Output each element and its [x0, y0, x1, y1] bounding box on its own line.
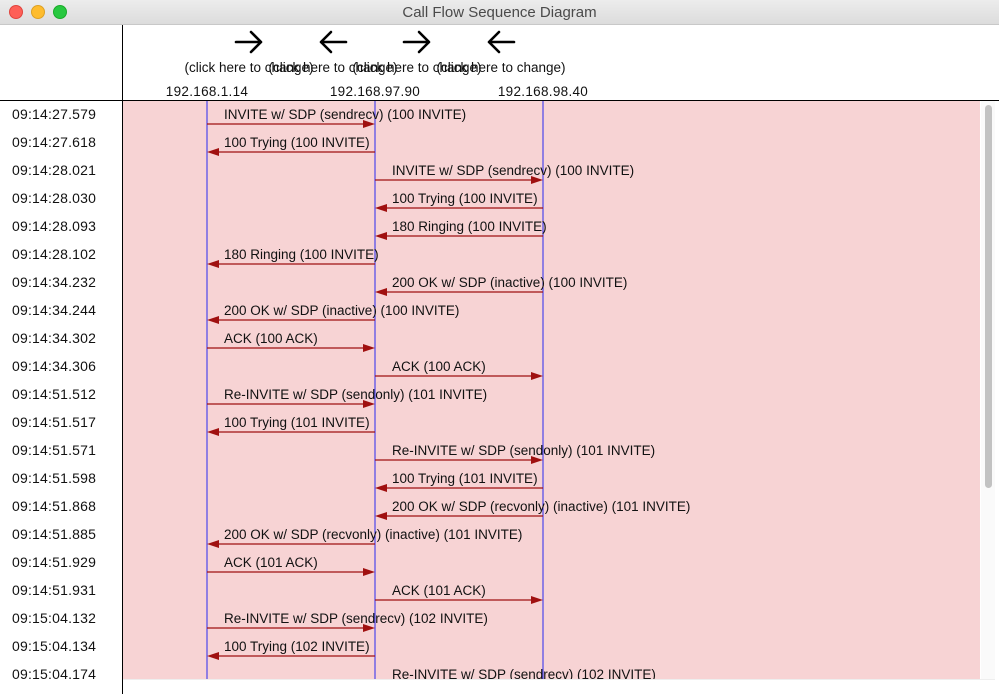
message-timestamp: 09:15:04.132	[12, 610, 97, 626]
message-arrowhead	[375, 288, 387, 296]
message-label[interactable]: 180 Ringing (100 INVITE)	[224, 247, 379, 262]
title-bar: Call Flow Sequence Diagram	[0, 0, 999, 25]
message-label[interactable]: 200 OK w/ SDP (inactive) (100 INVITE)	[224, 303, 459, 318]
column-divider	[122, 25, 123, 694]
message-arrowhead	[207, 316, 219, 324]
node-ip-label: 192.168.97.90	[329, 84, 421, 99]
message-arrowhead	[207, 428, 219, 436]
message-label[interactable]: INVITE w/ SDP (sendrecv) (100 INVITE)	[224, 107, 466, 122]
message-label[interactable]: 200 OK w/ SDP (recvonly) (inactive) (101…	[224, 527, 522, 542]
message-timestamp: 09:14:51.868	[12, 498, 97, 514]
message-timestamp: 09:14:51.929	[12, 554, 97, 570]
message-arrowhead	[531, 596, 543, 604]
message-arrowhead	[207, 148, 219, 156]
message-label[interactable]: 100 Trying (100 INVITE)	[224, 135, 370, 150]
message-timestamp: 09:14:51.931	[12, 582, 97, 598]
message-timestamp: 09:14:51.885	[12, 526, 97, 542]
message-label[interactable]: 100 Trying (101 INVITE)	[224, 415, 370, 430]
message-timestamp: 09:14:34.232	[12, 274, 97, 290]
window-title: Call Flow Sequence Diagram	[402, 4, 597, 21]
message-timestamp: 09:14:28.102	[12, 246, 97, 262]
message-arrowhead	[363, 344, 375, 352]
sequence-diagram[interactable]: INVITE w/ SDP (sendrecv) (100 INVITE) 100…	[123, 101, 980, 679]
message-timestamp: 09:14:34.306	[12, 358, 97, 374]
message-timestamp: 09:15:04.134	[12, 638, 97, 654]
message-timestamp: 09:14:28.093	[12, 218, 97, 234]
message-timestamp: 09:15:04.174	[12, 666, 97, 682]
vertical-scroll-thumb[interactable]	[985, 105, 992, 488]
timestamp-column: 09:14:27.579 09:14:27.618 09:14:28.021 09:1…	[0, 101, 122, 694]
arrow-left-icon[interactable]	[484, 28, 518, 58]
message-arrowhead	[375, 484, 387, 492]
message-label[interactable]: 180 Ringing (100 INVITE)	[392, 219, 547, 234]
message-timestamp: 09:14:34.302	[12, 330, 97, 346]
message-label[interactable]: ACK (100 ACK)	[224, 331, 318, 346]
message-label[interactable]: Re-INVITE w/ SDP (sendrecv) (102 INVITE)	[392, 667, 656, 679]
message-label[interactable]: 200 OK w/ SDP (inactive) (100 INVITE)	[392, 275, 627, 290]
message-label[interactable]: 100 Trying (101 INVITE)	[392, 471, 538, 486]
message-label[interactable]: ACK (100 ACK)	[392, 359, 486, 374]
message-label[interactable]: ACK (101 ACK)	[392, 583, 486, 598]
message-label[interactable]: Re-INVITE w/ SDP (sendrecv) (102 INVITE)	[224, 611, 488, 626]
message-label[interactable]: Re-INVITE w/ SDP (sendonly) (101 INVITE)	[392, 443, 655, 458]
node-ip-label: 192.168.1.14	[165, 84, 249, 99]
message-label[interactable]: 100 Trying (102 INVITE)	[224, 639, 370, 654]
message-label[interactable]: ACK (101 ACK)	[224, 555, 318, 570]
message-arrowhead	[375, 232, 387, 240]
message-timestamp: 09:14:51.598	[12, 470, 97, 486]
message-arrowhead	[375, 512, 387, 520]
message-timestamp: 09:14:28.021	[12, 162, 97, 178]
node-ip-label: 192.168.98.40	[497, 84, 589, 99]
node-header-3[interactable]: (click here to change)	[417, 28, 585, 78]
sequence-diagram-canvas: INVITE w/ SDP (sendrecv) (100 INVITE) 100…	[206, 101, 690, 679]
message-label[interactable]: INVITE w/ SDP (sendrecv) (100 INVITE)	[392, 163, 634, 178]
message-label[interactable]: 200 OK w/ SDP (recvonly) (inactive) (101…	[392, 499, 690, 514]
message-timestamp: 09:14:34.244	[12, 302, 97, 318]
message-timestamp: 09:14:27.618	[12, 134, 97, 150]
message-label[interactable]: 100 Trying (100 INVITE)	[392, 191, 538, 206]
message-arrowhead	[207, 540, 219, 548]
message-timestamp: 09:14:51.571	[12, 442, 97, 458]
message-timestamp: 09:14:51.512	[12, 386, 97, 402]
message-arrowhead	[207, 260, 219, 268]
message-arrowhead	[207, 652, 219, 660]
message-arrowhead	[531, 372, 543, 380]
message-arrowhead	[363, 568, 375, 576]
message-timestamp: 09:14:51.517	[12, 414, 97, 430]
vertical-scrollbar[interactable]	[981, 101, 995, 679]
message-arrowhead	[375, 204, 387, 212]
horizontal-scrollbar[interactable]	[123, 679, 995, 695]
message-label[interactable]: Re-INVITE w/ SDP (sendonly) (101 INVITE)	[224, 387, 487, 402]
change-direction-link[interactable]: (click here to change)	[417, 60, 585, 78]
message-timestamp: 09:14:28.030	[12, 190, 97, 206]
message-timestamp: 09:14:27.579	[12, 106, 97, 122]
header-divider	[0, 100, 999, 101]
